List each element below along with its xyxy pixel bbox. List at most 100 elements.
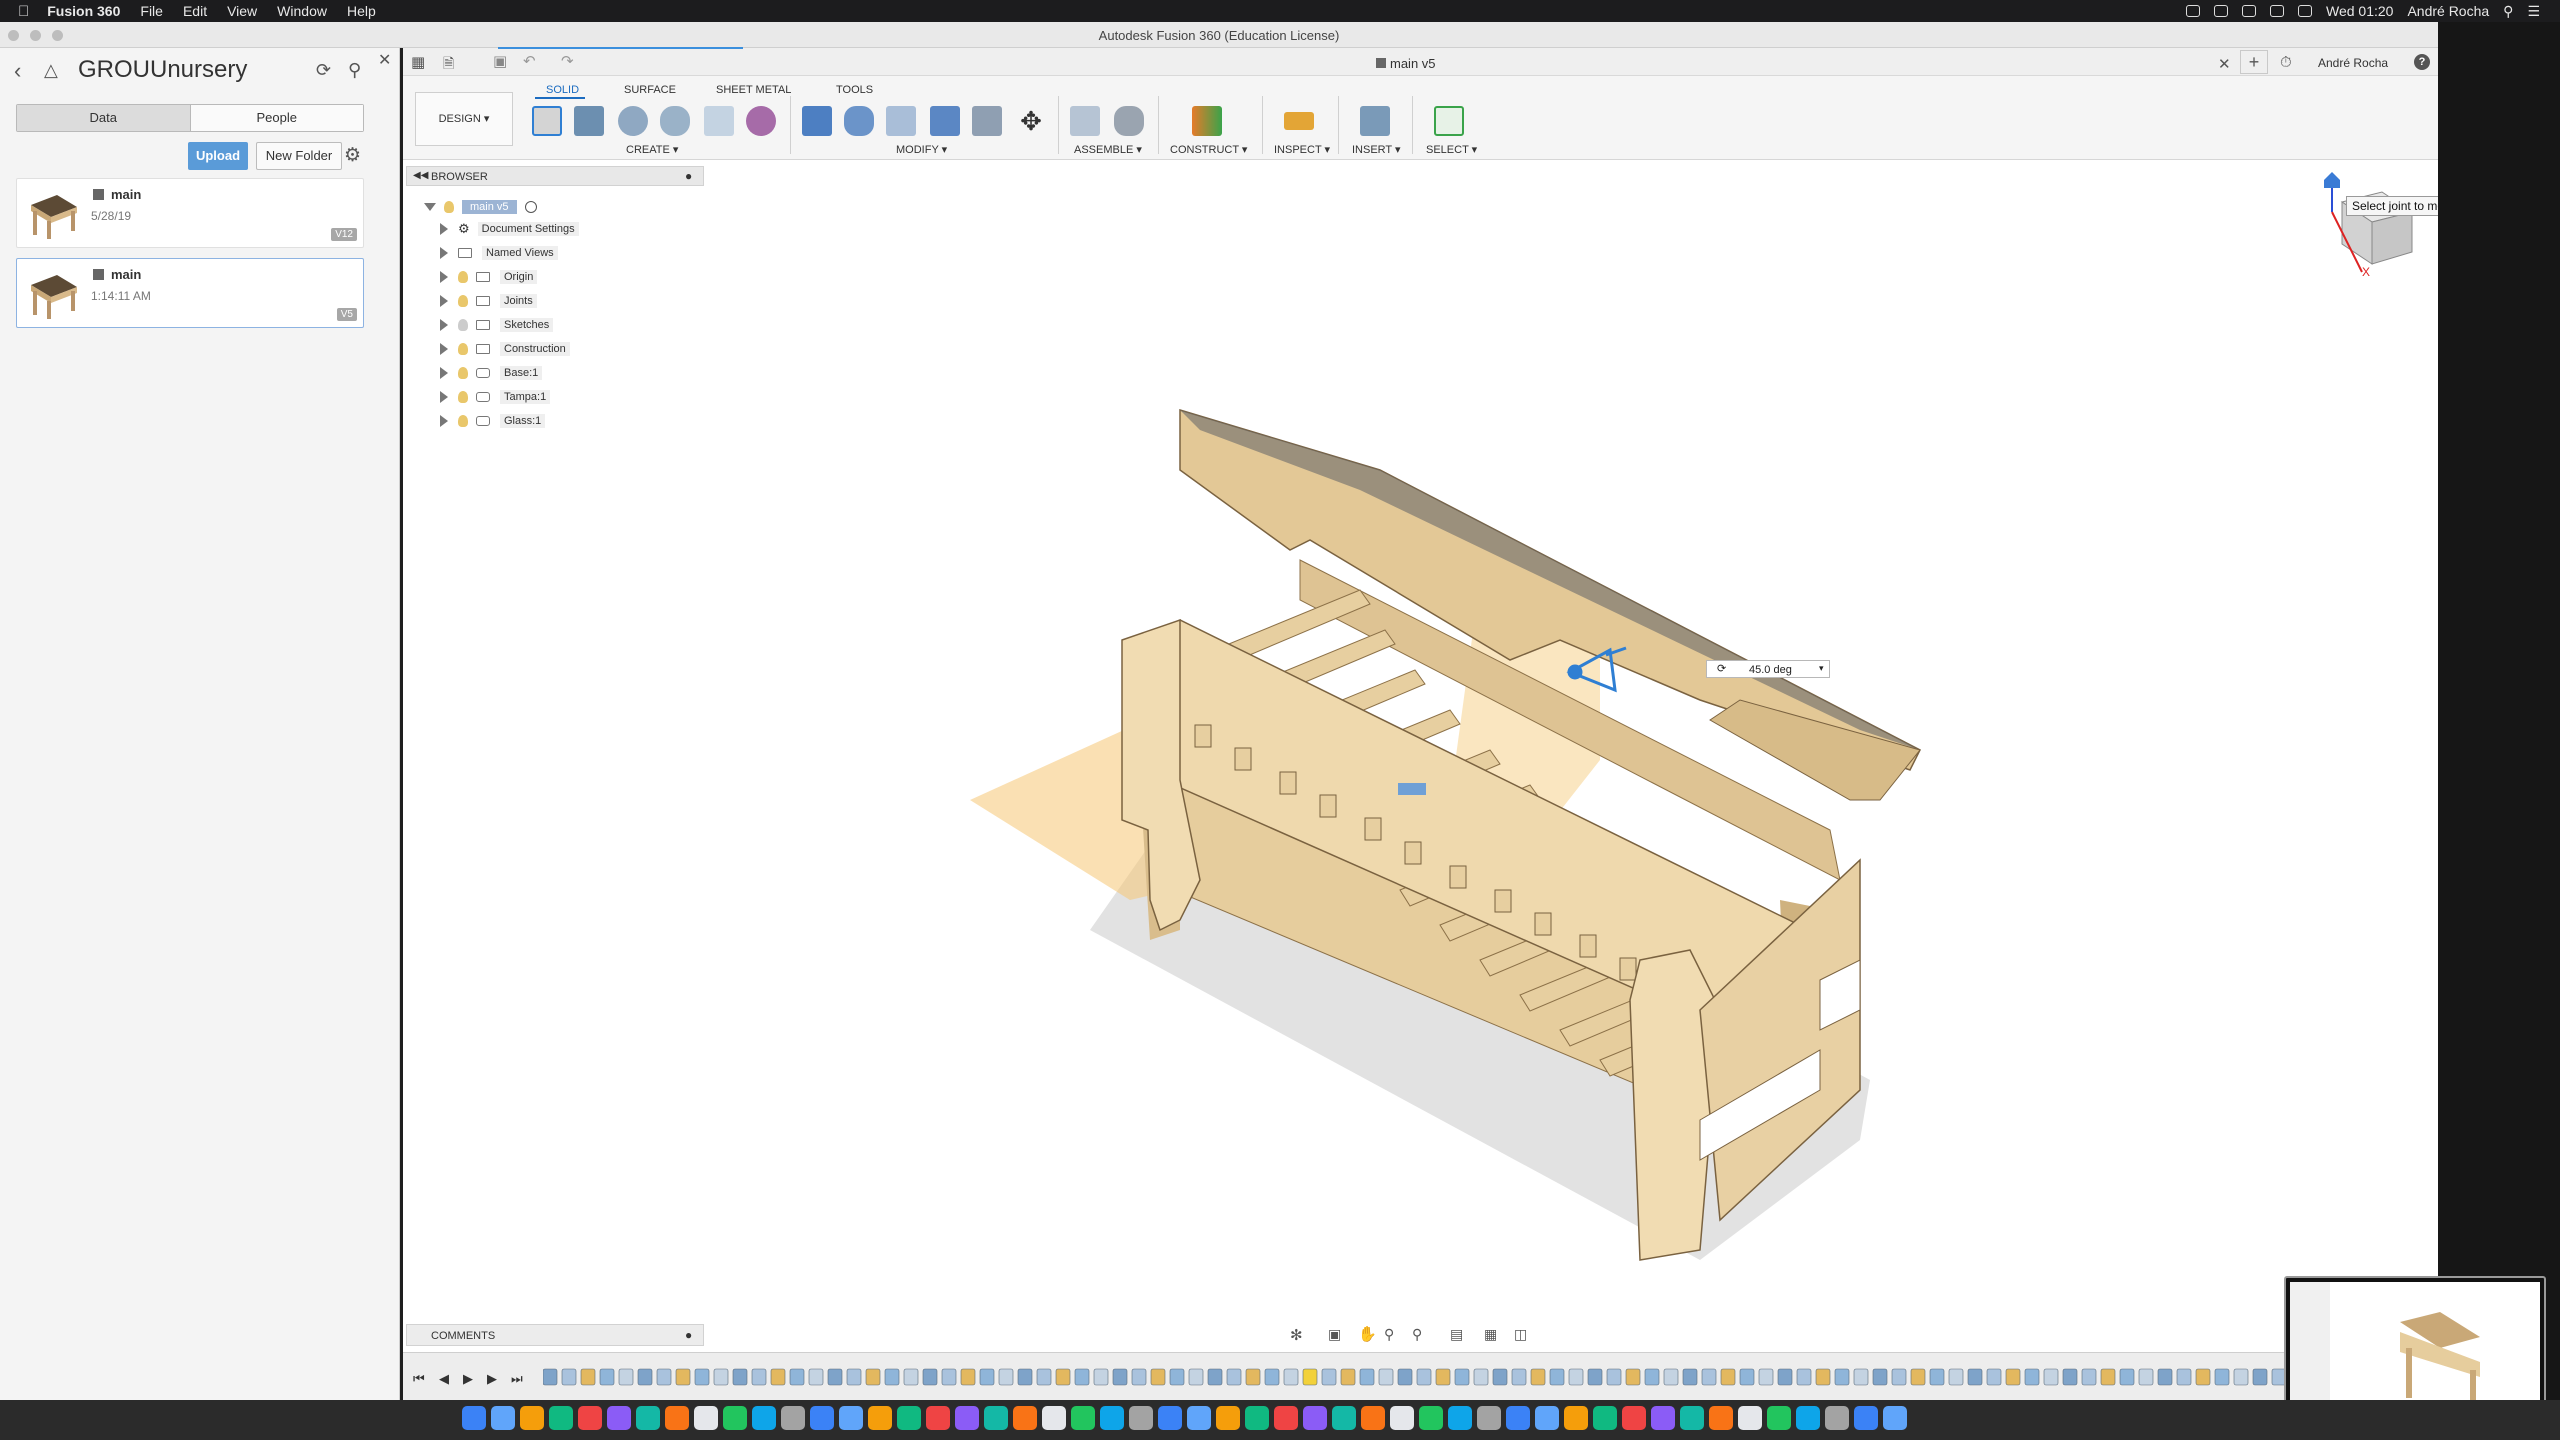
menubar-user[interactable]: André Rocha: [2407, 3, 2489, 19]
timeline-feature-icon[interactable]: [1967, 1368, 1983, 1386]
timeline-feature-icon[interactable]: [979, 1368, 995, 1386]
expand-arrow-icon[interactable]: [440, 319, 448, 331]
timeline-feature-icon[interactable]: [2176, 1368, 2192, 1386]
display-settings-icon[interactable]: ▤: [1450, 1326, 1463, 1343]
orbit-icon[interactable]: ✻: [1290, 1326, 1303, 1344]
modify-menu[interactable]: MODIFY ▾: [896, 143, 947, 156]
timeline-feature-icon[interactable]: [1017, 1368, 1033, 1386]
browser-root-row[interactable]: main v5: [424, 196, 537, 218]
clock[interactable]: Wed 01:20: [2326, 3, 2393, 19]
look-at-icon[interactable]: ▣: [1328, 1326, 1341, 1343]
dock-app-icon[interactable]: [1883, 1406, 1907, 1430]
expand-arrow-icon[interactable]: [440, 223, 448, 235]
dock-app-icon[interactable]: [781, 1406, 805, 1430]
timeline-feature-icon[interactable]: [1397, 1368, 1413, 1386]
close-tab-icon[interactable]: ✕: [2218, 55, 2231, 73]
battery-icon[interactable]: [2297, 5, 2312, 17]
dock-app-icon[interactable]: [1622, 1406, 1646, 1430]
timeline-feature-icon[interactable]: [941, 1368, 957, 1386]
move-icon[interactable]: ✥: [1016, 106, 1046, 136]
dock-app-icon[interactable]: [1767, 1406, 1791, 1430]
pan-icon[interactable]: ✋: [1358, 1325, 1377, 1343]
root-component[interactable]: main v5: [462, 200, 517, 214]
timeline-feature-icon[interactable]: [998, 1368, 1014, 1386]
tab-people[interactable]: People: [189, 105, 363, 131]
timeline-feature-icon[interactable]: [1112, 1368, 1128, 1386]
timeline-feature-icon[interactable]: [1340, 1368, 1356, 1386]
timeline-feature-icon[interactable]: [846, 1368, 862, 1386]
workspace-switcher[interactable]: DESIGN ▾: [415, 92, 513, 146]
timeline-feature-icon[interactable]: [808, 1368, 824, 1386]
zoom-icon[interactable]: ⚲: [1384, 1326, 1394, 1343]
new-component-icon[interactable]: [1070, 106, 1100, 136]
view-cube[interactable]: X: [2322, 172, 2432, 282]
sweep-icon[interactable]: [660, 106, 690, 136]
dock-app-icon[interactable]: [897, 1406, 921, 1430]
timeline-feature-icon[interactable]: [1701, 1368, 1717, 1386]
timeline-feature-icon[interactable]: [2233, 1368, 2249, 1386]
design-canvas[interactable]: [403, 160, 2438, 1352]
timeline-feature-icon[interactable]: [1055, 1368, 1071, 1386]
browser-item-joints[interactable]: Joints: [440, 290, 537, 312]
expand-arrow-icon[interactable]: [440, 367, 448, 379]
timeline-feature-icon[interactable]: [599, 1368, 615, 1386]
timeline-feature-icon[interactable]: [1606, 1368, 1622, 1386]
menu-window[interactable]: Window: [277, 3, 327, 19]
new-folder-button[interactable]: New Folder: [256, 142, 342, 170]
timeline-feature-icon[interactable]: [1777, 1368, 1793, 1386]
dock-app-icon[interactable]: [1245, 1406, 1269, 1430]
expand-arrow-icon[interactable]: [440, 391, 448, 403]
menu-view[interactable]: View: [227, 3, 257, 19]
viewports-icon[interactable]: ◫: [1514, 1326, 1527, 1343]
browser-item-named-views[interactable]: Named Views: [440, 242, 558, 264]
cloud-icon[interactable]: [2213, 5, 2228, 17]
help-icon[interactable]: ?: [2414, 54, 2430, 70]
wifi-icon[interactable]: [2269, 5, 2284, 17]
timeline-feature-icon[interactable]: [1530, 1368, 1546, 1386]
expand-arrow-icon[interactable]: [440, 415, 448, 427]
spotlight-icon[interactable]: ⚲: [2503, 3, 2513, 20]
dock-app-icon[interactable]: [1738, 1406, 1762, 1430]
browser-item-base[interactable]: Base:1: [440, 362, 543, 384]
timeline-feature-icon[interactable]: [1416, 1368, 1432, 1386]
timeline-feature-icon[interactable]: [1131, 1368, 1147, 1386]
timeline-feature-icon[interactable]: [1948, 1368, 1964, 1386]
dock-app-icon[interactable]: [462, 1406, 486, 1430]
dock-app-icon[interactable]: [1535, 1406, 1559, 1430]
timeline-feature-icon[interactable]: [1986, 1368, 2002, 1386]
inspect-menu[interactable]: INSPECT ▾: [1274, 143, 1330, 156]
dock-app-icon[interactable]: [984, 1406, 1008, 1430]
create-menu[interactable]: CREATE ▾: [626, 143, 678, 156]
dock-app-icon[interactable]: [1390, 1406, 1414, 1430]
timeline-feature-icon[interactable]: [1264, 1368, 1280, 1386]
timeline-feature-icon[interactable]: [1454, 1368, 1470, 1386]
bluetooth-icon[interactable]: [2241, 5, 2256, 17]
fillet-icon[interactable]: [844, 106, 874, 136]
timeline-feature-icon[interactable]: [1435, 1368, 1451, 1386]
visibility-bulb-icon[interactable]: [458, 391, 468, 403]
collapse-arrow-icon[interactable]: [424, 203, 436, 211]
timeline-feature-icon[interactable]: [2043, 1368, 2059, 1386]
timeline-feature-icon[interactable]: [2100, 1368, 2116, 1386]
play-icon[interactable]: ▶: [463, 1371, 477, 1386]
shell-icon[interactable]: [886, 106, 916, 136]
combine-icon[interactable]: [930, 106, 960, 136]
construct-menu[interactable]: CONSTRUCT ▾: [1170, 143, 1247, 156]
timeline-feature-icon[interactable]: [1739, 1368, 1755, 1386]
dock-app-icon[interactable]: [636, 1406, 660, 1430]
go-to-start-icon[interactable]: ⏮: [413, 1371, 427, 1386]
timeline-feature-icon[interactable]: [1473, 1368, 1489, 1386]
timeline-feature-icon[interactable]: [789, 1368, 805, 1386]
grid-menu-icon[interactable]: ▦: [411, 53, 425, 71]
user-name[interactable]: André Rocha: [2318, 56, 2388, 70]
browser-item-glass[interactable]: Glass:1: [440, 410, 546, 432]
visibility-bulb-icon[interactable]: [444, 201, 454, 213]
timeline-feature-icon[interactable]: [1663, 1368, 1679, 1386]
timeline-feature-icon[interactable]: [1036, 1368, 1052, 1386]
dock-app-icon[interactable]: [1216, 1406, 1240, 1430]
timeline-feature-icon[interactable]: [1682, 1368, 1698, 1386]
dock-app-icon[interactable]: [1854, 1406, 1878, 1430]
dock-app-icon[interactable]: [1477, 1406, 1501, 1430]
create-sketch-icon[interactable]: [532, 106, 562, 136]
dock-app-icon[interactable]: [752, 1406, 776, 1430]
